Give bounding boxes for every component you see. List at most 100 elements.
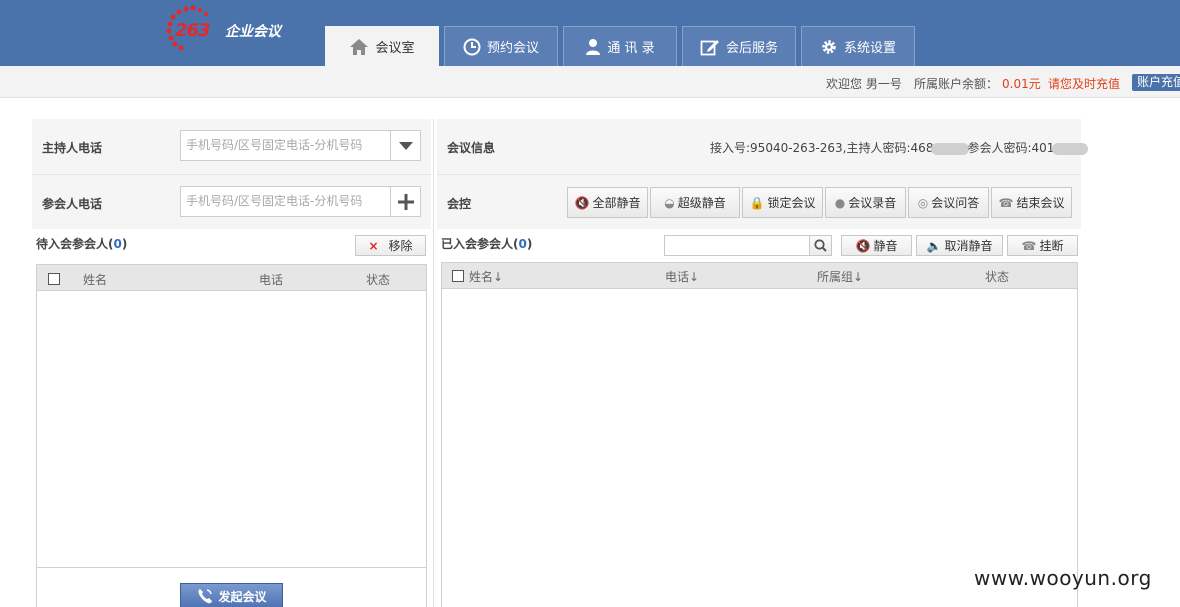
unmute-button[interactable]: 🔈 取消静音 <box>916 235 1003 256</box>
tab-contacts[interactable]: 通 讯 录 <box>563 26 677 66</box>
mute-button[interactable]: 🔇 静音 <box>841 235 912 256</box>
end-meeting-button[interactable]: ☎ 结束会议 <box>991 187 1072 218</box>
host-phone-dropdown[interactable] <box>390 130 421 161</box>
chevron-down-icon <box>398 141 413 150</box>
balance-value: 0.01元 <box>1002 77 1041 91</box>
column-divider <box>433 119 434 607</box>
record-icon: ● <box>834 195 846 210</box>
participant-search-input[interactable] <box>664 235 810 256</box>
paren: ) <box>121 237 128 251</box>
home-icon <box>350 38 369 55</box>
divider <box>32 174 431 175</box>
hangup-icon: ☎ <box>1021 238 1037 253</box>
button-label: 超级静音 <box>677 196 726 210</box>
recharge-hint-link[interactable]: 请您及时充值 <box>1048 75 1120 92</box>
column-header-name[interactable]: 姓名↓ <box>469 268 503 285</box>
tab-label: 会议室 <box>375 41 415 56</box>
add-participant-button[interactable] <box>390 186 421 217</box>
speaker-icon: 🔈 <box>926 238 942 253</box>
button-label: 全部静音 <box>592 196 641 210</box>
pending-title-text: 待入会参会人 <box>36 237 109 251</box>
column-header-group[interactable]: 所属组↓ <box>817 268 863 285</box>
pending-count: 0 <box>113 237 122 251</box>
plus-icon <box>397 193 414 210</box>
pending-list-header: 姓名 电话 状态 <box>37 265 426 291</box>
button-label: 锁定会议 <box>767 196 816 210</box>
lock-meeting-button[interactable]: 🔒 锁定会议 <box>742 187 823 218</box>
meeting-control-label: 会控 <box>447 197 472 211</box>
record-meeting-button[interactable]: ● 会议录音 <box>825 187 906 218</box>
gear-icon <box>822 39 836 54</box>
super-mute-button[interactable]: ◒ 超级静音 <box>650 187 740 218</box>
button-label: 静音 <box>873 239 898 253</box>
select-all-checkbox[interactable] <box>48 273 60 285</box>
brand-logo[interactable]: 263 企业会议 <box>163 4 303 52</box>
pending-list: 姓名 电话 状态 <box>36 264 427 607</box>
participant-phone-input[interactable]: 手机号码/区号固定电话-分机号码 <box>180 186 391 217</box>
clock-icon <box>463 38 481 55</box>
start-meeting-label: 发起会议 <box>218 589 267 604</box>
edit-icon <box>700 39 719 55</box>
watermark-text: www.wooyun.org <box>974 566 1152 590</box>
joined-list: 姓名↓ 电话↓ 所属组↓ 状态 <box>441 262 1078 607</box>
column-header-phone[interactable]: 电话↓ <box>665 268 699 285</box>
tab-system-settings[interactable]: 系统设置 <box>801 26 915 66</box>
qa-icon: ◎ <box>917 195 929 210</box>
pending-title: 待入会参会人(0) <box>36 235 127 252</box>
recharge-button[interactable]: 账户充值 <box>1132 74 1180 91</box>
top-header: 263 企业会议 会议室 预约会议 通 讯 录 会后服务 系统设置 <box>0 0 1180 66</box>
column-header-phone[interactable]: 电话 <box>259 271 283 288</box>
meeting-qa-button[interactable]: ◎ 会议问答 <box>908 187 989 218</box>
joined-title: 已入会参会人(0) <box>441 235 532 252</box>
tab-schedule-meeting[interactable]: 预约会议 <box>444 26 558 66</box>
logo-number: 263 <box>175 20 211 41</box>
phone-icon <box>198 589 213 604</box>
meeting-info-label: 会议信息 <box>447 141 496 155</box>
column-header-name[interactable]: 姓名 <box>83 271 107 288</box>
search-icon <box>814 239 827 252</box>
joined-list-header: 姓名↓ 电话↓ 所属组↓ 状态 <box>442 263 1077 289</box>
hangup-button[interactable]: ☎ 挂断 <box>1007 235 1078 256</box>
remove-label: 移除 <box>388 239 413 253</box>
button-label: 挂断 <box>1039 239 1064 253</box>
joined-count: 0 <box>518 237 527 251</box>
column-header-status[interactable]: 状态 <box>366 271 390 288</box>
button-label: 会议录音 <box>848 196 897 210</box>
close-icon: × <box>368 238 379 253</box>
speaker-mute-icon: 🔇 <box>574 195 590 210</box>
host-phone-label: 主持人电话 <box>42 141 103 155</box>
tab-label: 会后服务 <box>725 41 778 56</box>
tab-label: 预约会议 <box>486 41 539 56</box>
redacted-blur <box>931 142 970 155</box>
start-meeting-button[interactable]: 发起会议 <box>180 583 283 607</box>
button-label: 结束会议 <box>1016 196 1065 210</box>
participant-phone-label: 参会人电话 <box>42 197 103 211</box>
tab-meeting-room[interactable]: 会议室 <box>325 26 439 66</box>
hangup-icon: ☎ <box>998 195 1014 210</box>
person-icon <box>586 38 601 55</box>
mute-all-button[interactable]: 🔇 全部静音 <box>567 187 648 218</box>
select-all-checkbox[interactable] <box>452 270 464 282</box>
button-label: 会议问答 <box>931 196 980 210</box>
tab-label: 通 讯 录 <box>607 41 655 56</box>
access-number-text: 接入号:95040-263-263,主持人密码:468 <box>710 141 934 155</box>
balance-label: 所属账户余额： <box>914 77 999 91</box>
joined-title-text: 已入会参会人 <box>441 237 514 251</box>
redacted-blur <box>1052 142 1089 155</box>
participant-password-text: 参会人密码:401 <box>967 141 1055 155</box>
meeting-info-text: 接入号:95040-263-263,主持人密码:468 参会人密码:401 <box>710 139 1089 156</box>
host-phone-input[interactable]: 手机号码/区号固定电话-分机号码 <box>180 130 391 161</box>
search-button[interactable] <box>809 235 832 256</box>
button-label: 取消静音 <box>944 239 993 253</box>
logo-text: 企业会议 <box>225 24 281 40</box>
remove-button[interactable]: × 移除 <box>355 235 426 256</box>
tab-post-meeting[interactable]: 会后服务 <box>682 26 796 66</box>
column-header-status[interactable]: 状态 <box>985 268 1009 285</box>
paren: ) <box>526 237 533 251</box>
tab-label: 系统设置 <box>843 41 896 56</box>
super-mute-icon: ◒ <box>664 195 675 210</box>
welcome-text: 欢迎您 男一号 <box>826 77 902 91</box>
account-bar: 欢迎您 男一号 所属账户余额： 0.01元 请您及时充值 账户充值 <box>0 66 1180 98</box>
list-footer-divider <box>37 567 426 568</box>
lock-icon: 🔒 <box>749 195 765 210</box>
